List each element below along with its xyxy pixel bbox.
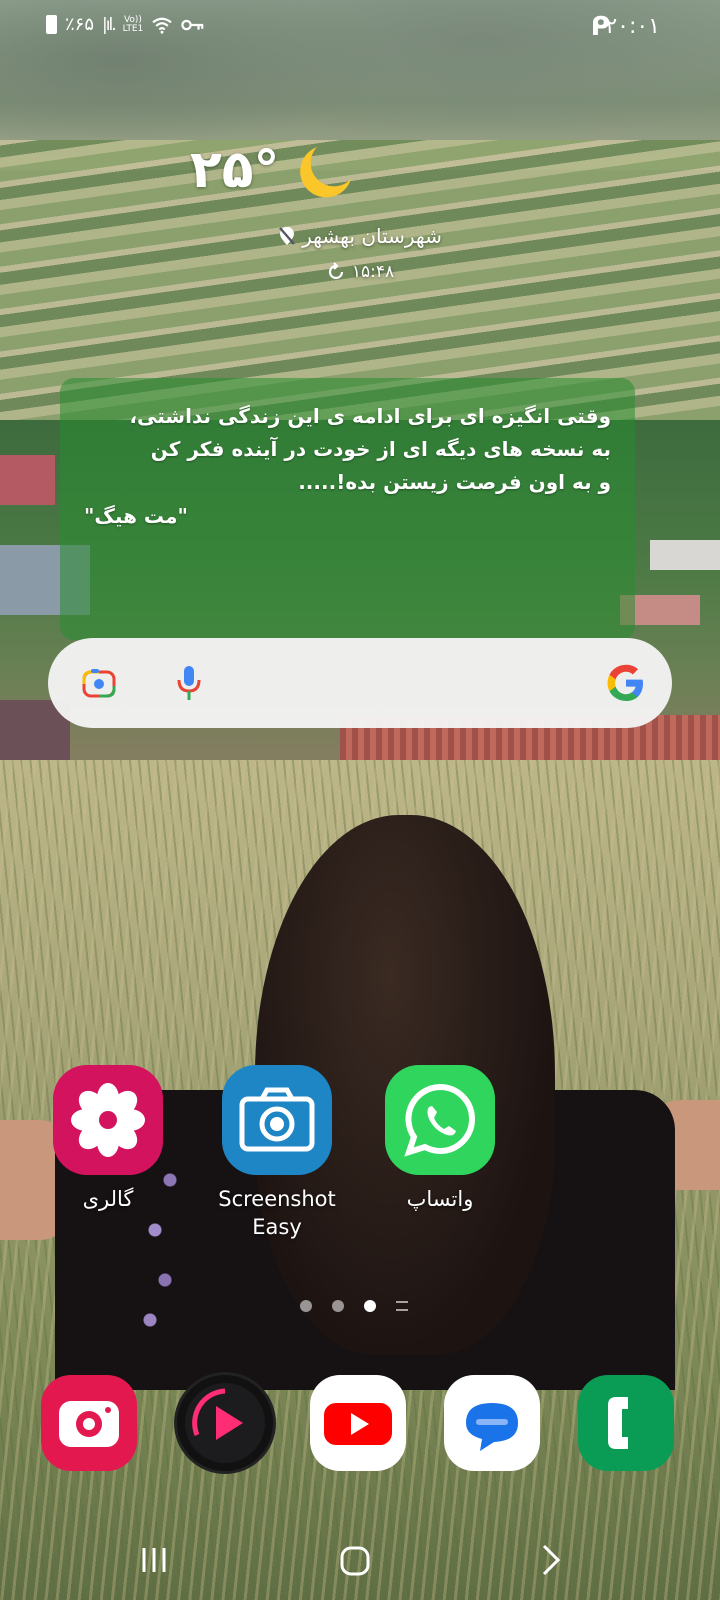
dock-youtube[interactable] <box>310 1375 406 1471</box>
moon-icon <box>300 147 351 198</box>
app-label: گالری <box>82 1187 134 1211</box>
location-off-icon <box>279 227 295 245</box>
youtube-icon <box>324 1403 392 1445</box>
refresh-icon[interactable] <box>326 262 346 282</box>
app-screenshot-easy[interactable]: Screenshot Easy <box>212 1065 342 1241</box>
page-indicator[interactable] <box>300 1300 408 1312</box>
vpn-key-icon <box>181 19 204 30</box>
recents-icon[interactable] <box>134 1540 174 1580</box>
app-label: واتساپ <box>406 1187 474 1211</box>
quote-line: به نسخه های دیگه ای از خودت در آینده فکر… <box>150 437 611 461</box>
battery-percent: ٪۶۵ <box>65 14 95 35</box>
page-dot-active[interactable] <box>364 1300 376 1312</box>
camera-icon <box>222 1065 332 1175</box>
dock-media-player[interactable] <box>177 1375 273 1471</box>
quote-line: و به اون فرصت زیستن بده!..... <box>298 470 611 494</box>
whatsapp-icon <box>385 1065 495 1175</box>
dock-camera-app[interactable] <box>41 1375 137 1471</box>
camera-app-icon <box>59 1401 119 1447</box>
status-time: ۲۰:۰۱ <box>605 14 660 39</box>
weather-updated: ۱۵:۴۸ <box>0 262 720 287</box>
quote-author: "مت هیگ" <box>84 504 188 528</box>
gallery-flower-icon <box>53 1065 163 1175</box>
weather-location: شهرستان بهشهر <box>0 224 720 251</box>
home-icon[interactable] <box>336 1540 376 1580</box>
app-whatsapp[interactable]: واتساپ <box>380 1065 500 1213</box>
messages-icon <box>466 1403 518 1451</box>
quote-text: وقتی انگیزه ای برای ادامه ی این زندگی ند… <box>84 400 611 499</box>
quote-line: وقتی انگیزه ای برای ادامه ی این زندگی ند… <box>129 404 611 428</box>
network-label: LTE1 <box>122 23 144 34</box>
quote-widget[interactable]: وقتی انگیزه ای برای ادامه ی این زندگی ند… <box>60 378 635 640</box>
weather-updated-time: ۱۵:۴۸ <box>351 262 395 282</box>
dock-phone[interactable] <box>578 1375 674 1471</box>
battery-icon <box>46 15 57 34</box>
status-bar: ٪۶۵ |ıl. Vo)) LTE1 ᑭ ۲۰:۰۱ <box>0 0 720 60</box>
weather-widget[interactable]: ۲۵° شهرستان بهشهر ۱۵:۴۸ <box>0 140 720 290</box>
media-player-icon <box>185 1383 265 1463</box>
page-dot[interactable] <box>332 1300 344 1312</box>
google-search-bar[interactable] <box>48 638 672 728</box>
phone-icon <box>608 1397 628 1449</box>
page-dot[interactable] <box>300 1300 312 1312</box>
google-logo-icon[interactable] <box>605 662 647 704</box>
app-label: Screenshot Easy <box>218 1187 336 1239</box>
google-lens-icon[interactable] <box>82 668 116 698</box>
wallpaper-roof <box>0 455 55 505</box>
microphone-icon[interactable] <box>176 665 202 701</box>
back-icon[interactable] <box>530 1540 570 1580</box>
app-gallery[interactable]: گالری <box>48 1065 168 1213</box>
home-pages-icon[interactable] <box>396 1301 408 1311</box>
weather-temperature: ۲۵° <box>190 140 280 200</box>
wifi-icon <box>152 17 172 34</box>
dock-messages[interactable] <box>444 1375 540 1471</box>
signal-icon: |ıl. <box>102 14 117 35</box>
status-left-icons: ٪۶۵ |ıl. Vo)) LTE1 <box>46 14 205 35</box>
weather-location-label: شهرستان بهشهر <box>302 224 442 248</box>
navigation-bar <box>0 1520 720 1600</box>
volte-icon: Vo)) LTE1 <box>122 15 144 34</box>
wallpaper-roof <box>650 540 720 570</box>
